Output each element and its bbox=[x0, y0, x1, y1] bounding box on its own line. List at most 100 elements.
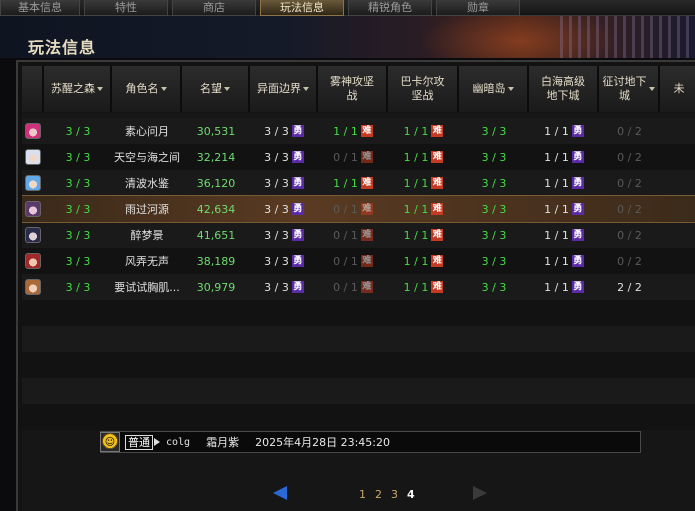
th-character-name[interactable]: 角色名 bbox=[112, 66, 182, 112]
alien-boundary-count: 3 / 3 bbox=[264, 228, 289, 242]
fame-value: 32,214 bbox=[196, 150, 236, 164]
th-alien-boundary[interactable]: 异面边界 bbox=[250, 66, 318, 112]
character-name: 要试试胸肌... bbox=[114, 281, 180, 294]
whitesea-dungeon-count: 1 / 1 bbox=[544, 228, 569, 242]
table-row[interactable]: 3 / 3 天空与海之间 32,214 3 / 3勇0 / 1难1 / 1难3 / 3… bbox=[22, 144, 695, 170]
character-name: 天空与海之间 bbox=[114, 151, 180, 164]
th-conquest-dungeon[interactable]: 征讨地下城 bbox=[599, 66, 660, 112]
hard-difficulty-badge: 难 bbox=[360, 255, 373, 267]
prev-page-arrow-icon[interactable] bbox=[273, 486, 287, 500]
mist-raid-count: 0 / 1 bbox=[333, 254, 358, 268]
page-3[interactable]: 3 bbox=[391, 488, 398, 501]
sort-arrow-icon[interactable] bbox=[303, 87, 309, 91]
whitesea-dungeon-count: 1 / 1 bbox=[544, 254, 569, 268]
th-unknown[interactable]: 未 bbox=[660, 66, 695, 112]
sort-arrow-icon[interactable] bbox=[648, 87, 655, 91]
page-2[interactable]: 2 bbox=[375, 488, 382, 501]
tab-basic-info[interactable]: 基本信息 bbox=[0, 0, 80, 16]
character-name: 雨过河源 bbox=[125, 203, 169, 216]
character-avatar-icon bbox=[25, 149, 41, 165]
chat-channel[interactable]: 普通 bbox=[125, 434, 153, 450]
empty-row bbox=[22, 300, 695, 326]
character-avatar-icon bbox=[25, 227, 41, 243]
awakening-forest-count: 3 / 3 bbox=[65, 150, 91, 164]
th-whitesea-dungeon-label: 白海高级 地下城 bbox=[541, 75, 585, 103]
brave-difficulty-badge: 勇 bbox=[571, 151, 584, 163]
bakal-raid-count: 1 / 1 bbox=[403, 280, 429, 294]
header-text: 苏醒之森 bbox=[51, 82, 95, 95]
mist-raid-count: 0 / 1 bbox=[333, 150, 358, 164]
character-name: 素心问月 bbox=[125, 125, 169, 138]
sort-arrow-icon[interactable] bbox=[507, 87, 514, 91]
smiley-icon[interactable]: ☺ bbox=[100, 432, 120, 452]
conquest-dungeon-count: 0 / 2 bbox=[617, 202, 642, 216]
sort-arrow-icon[interactable] bbox=[97, 87, 103, 91]
mist-raid-count: 1 / 1 bbox=[333, 176, 358, 190]
bakal-raid-count: 1 / 1 bbox=[403, 176, 429, 190]
th-character-name-label: 角色名 bbox=[126, 82, 159, 96]
hard-difficulty-badge: 难 bbox=[360, 151, 373, 163]
header-text: 角色名 bbox=[125, 82, 159, 95]
table-row[interactable]: 3 / 3 清波水鉴 36,120 3 / 3勇1 / 1难1 / 1难3 / 31 … bbox=[22, 170, 695, 196]
character-name: 风弄无声 bbox=[125, 255, 169, 268]
next-page-arrow-icon[interactable] bbox=[473, 486, 487, 500]
th-dark-island[interactable]: 幽暗岛 bbox=[459, 66, 529, 112]
chat-name: 霜月紫 bbox=[206, 436, 240, 449]
hard-difficulty-badge: 难 bbox=[360, 281, 373, 293]
brave-difficulty-badge: 勇 bbox=[291, 203, 304, 215]
th-alien-boundary-label: 异面边界 bbox=[257, 82, 301, 96]
dark-island-count: 3 / 3 bbox=[481, 228, 507, 242]
dark-island-count: 3 / 3 bbox=[481, 176, 507, 190]
bakal-raid-count: 1 / 1 bbox=[403, 254, 429, 268]
header-text: 幽暗岛 bbox=[472, 82, 506, 95]
brave-difficulty-badge: 勇 bbox=[291, 255, 304, 267]
hard-difficulty-badge: 难 bbox=[431, 255, 444, 267]
header-text: 战 bbox=[346, 89, 358, 102]
dark-island-count: 3 / 3 bbox=[481, 202, 507, 216]
header-text: 坚战 bbox=[411, 89, 434, 102]
conquest-dungeon-count: 0 / 2 bbox=[617, 254, 642, 268]
header-text: 城 bbox=[619, 89, 630, 102]
th-awakening-forest[interactable]: 苏醒之森 bbox=[44, 66, 112, 112]
tab-gameplay-info[interactable]: 玩法信息 bbox=[260, 0, 344, 16]
tab-medals[interactable]: 勋章 bbox=[436, 0, 520, 16]
header-banner: 玩法信息 bbox=[0, 16, 695, 58]
bakal-raid-count: 1 / 1 bbox=[403, 228, 429, 242]
table-row[interactable]: 3 / 3 雨过河源 42,634 3 / 3勇0 / 1难1 / 1难3 / 31 … bbox=[22, 195, 695, 223]
header-text: 巴卡尔攻 bbox=[400, 75, 445, 88]
sort-arrow-icon[interactable] bbox=[224, 87, 230, 91]
hard-difficulty-badge: 难 bbox=[360, 125, 373, 137]
character-avatar-icon bbox=[25, 175, 41, 191]
sort-arrow-icon[interactable] bbox=[160, 87, 167, 91]
tab-shop[interactable]: 商店 bbox=[172, 0, 256, 16]
th-bakal-raid[interactable]: 巴卡尔攻 坚战 bbox=[388, 66, 459, 112]
table-row[interactable]: 3 / 3 风弄无声 38,189 3 / 3勇0 / 1难1 / 1难3 / 31 … bbox=[22, 248, 695, 274]
mist-raid-count: 0 / 1 bbox=[333, 280, 358, 294]
alien-boundary-count: 3 / 3 bbox=[264, 280, 289, 294]
dark-island-count: 3 / 3 bbox=[481, 150, 507, 164]
channel-arrow-icon[interactable] bbox=[154, 438, 160, 446]
table-row[interactable]: 3 / 3 醉梦景 41,651 3 / 3勇0 / 1难1 / 1难3 / 31 /… bbox=[22, 222, 695, 248]
th-fame[interactable]: 名望 bbox=[182, 66, 250, 112]
page-1[interactable]: 1 bbox=[359, 488, 366, 501]
brave-difficulty-badge: 勇 bbox=[571, 281, 584, 293]
tab-bar: 基本信息 特性 商店 玩法信息 精锐角色 勋章 bbox=[0, 0, 695, 16]
awakening-forest-count: 3 / 3 bbox=[65, 124, 91, 138]
th-whitesea-dungeon[interactable]: 白海高级 地下城 bbox=[529, 66, 599, 112]
awakening-forest-count: 3 / 3 bbox=[65, 254, 91, 268]
table-row[interactable]: 3 / 3 要试试胸肌... 30,979 3 / 3勇0 / 1难1 / 1难3 /… bbox=[22, 274, 695, 300]
tab-elite-characters[interactable]: 精锐角色 bbox=[348, 0, 432, 16]
header-text: 名望 bbox=[200, 82, 222, 95]
alien-boundary-count: 3 / 3 bbox=[264, 254, 289, 268]
table-row[interactable]: 3 / 3 素心问月 30,531 3 / 3勇1 / 1难1 / 1难3 / 31 … bbox=[22, 118, 695, 144]
bakal-raid-count: 1 / 1 bbox=[403, 150, 429, 164]
whitesea-dungeon-count: 1 / 1 bbox=[544, 176, 569, 190]
tab-traits[interactable]: 特性 bbox=[84, 0, 168, 16]
hard-difficulty-badge: 难 bbox=[431, 125, 444, 137]
conquest-dungeon-count: 2 / 2 bbox=[617, 280, 642, 294]
page-4[interactable]: 4 bbox=[407, 488, 415, 501]
brave-difficulty-badge: 勇 bbox=[291, 151, 304, 163]
whitesea-dungeon-count: 1 / 1 bbox=[544, 124, 569, 138]
th-mist-raid[interactable]: 雾神攻坚战 bbox=[318, 66, 388, 112]
bakal-raid-count: 1 / 1 bbox=[403, 124, 429, 138]
